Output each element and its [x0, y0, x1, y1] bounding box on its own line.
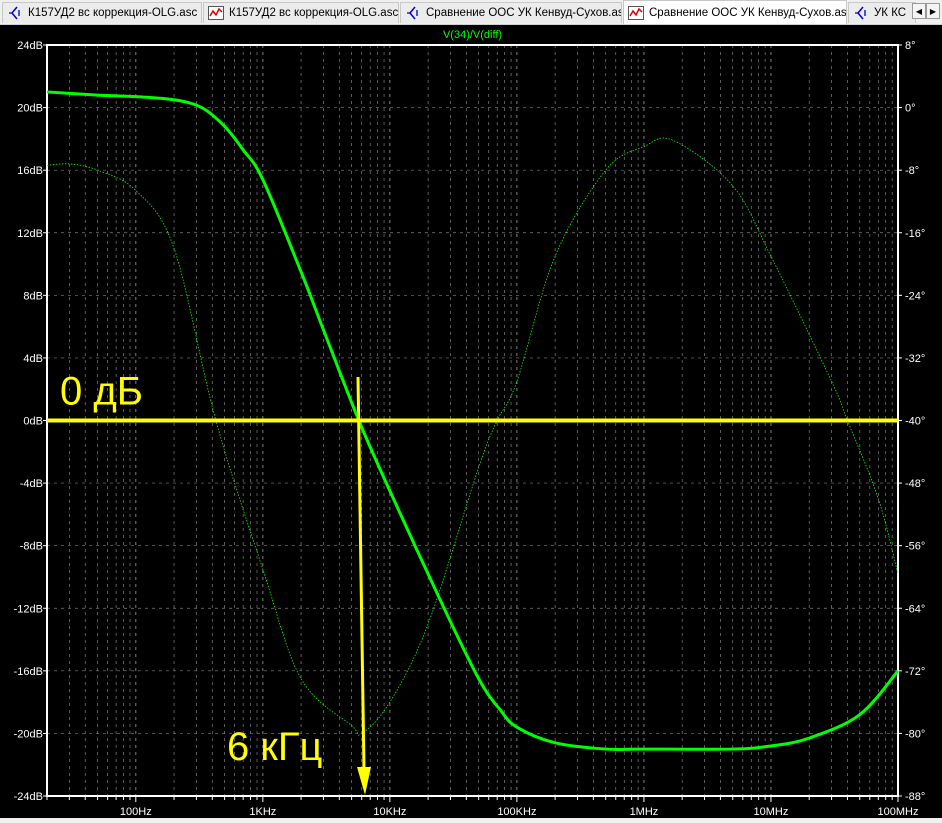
y2-tick-label: -72°	[905, 666, 925, 678]
y-tick-label: -20dB	[14, 728, 43, 740]
tab-bar: К157УД2 вс коррекция-OLG.asc К157УД2 вс к…	[0, 0, 942, 25]
tab-3[interactable]: Сравнение ООС УК Кенвуд-Сухов.asc	[623, 0, 847, 24]
tab-4[interactable]: УК КС	[848, 2, 916, 23]
tab-1[interactable]: К157УД2 вс коррекция-OLG.asc	[203, 2, 399, 23]
trace-title[interactable]: V(34)/V(diff)	[443, 29, 502, 41]
schematic-icon	[853, 6, 869, 20]
y-tick-label: 4dB	[23, 353, 43, 365]
crossover-arrow	[356, 376, 366, 771]
crossover-frequency-annotation: 6 кГц	[227, 725, 322, 769]
phase-trace[interactable]	[46, 137, 899, 736]
x-tick-label: 100Hz	[120, 806, 152, 818]
y2-tick-label: 8°	[905, 40, 916, 52]
tab-label: К157УД2 вс коррекция-OLG.asc	[28, 7, 198, 19]
y2-tick-label: -32°	[905, 353, 925, 365]
y-tick-label: -16dB	[14, 666, 43, 678]
status-strip	[0, 818, 942, 823]
tab-2[interactable]: Сравнение ООС УК Кенвуд-Сухов.asc	[400, 2, 622, 23]
schematic-icon	[405, 6, 421, 20]
tab-label: К157УД2 вс коррекция-OLG.asc	[229, 7, 399, 19]
y2-tick-label: -88°	[905, 791, 925, 803]
y-tick-label: -4dB	[20, 478, 43, 490]
y2-tick-label: -40°	[905, 416, 925, 428]
y2-tick-label: -56°	[905, 541, 925, 553]
tab-label: Сравнение ООС УК Кенвуд-Сухов.asc	[426, 7, 622, 19]
y-tick-label: -12dB	[14, 603, 43, 615]
y2-tick-label: -16°	[905, 228, 925, 240]
x-tick-label: 1KHz	[249, 806, 276, 818]
tab-0[interactable]: К157УД2 вс коррекция-OLG.asc	[2, 2, 202, 23]
y2-tick-label: -8°	[905, 165, 919, 177]
y2-tick-label: -48°	[905, 478, 925, 490]
tab-label: Сравнение ООС УК Кенвуд-Сухов.asc	[649, 6, 847, 19]
x-tick-label: 1MHz	[630, 806, 659, 818]
x-tick-label: 10MHz	[754, 806, 789, 818]
y-tick-label: 16dB	[17, 165, 43, 177]
waveform-icon	[628, 5, 644, 20]
arrow-head-icon	[357, 767, 371, 795]
y-tick-label: -8dB	[20, 541, 43, 553]
x-tick-label: 100MHz	[878, 806, 919, 818]
y-tick-label: 0dB	[23, 416, 43, 428]
y-tick-label: 12dB	[17, 228, 43, 240]
x-tick-label: 100KHz	[497, 806, 536, 818]
y2-tick-label: -64°	[905, 603, 925, 615]
y2-tick-label: -80°	[905, 728, 925, 740]
tab-label: УК КС	[874, 7, 907, 19]
scroll-left-button[interactable]: ◀	[912, 3, 926, 19]
y-tick-label: 24dB	[17, 40, 43, 52]
zero-db-annotation: 0 дБ	[60, 370, 143, 414]
y2-tick-label: 0°	[905, 103, 916, 115]
waveform-icon	[208, 6, 224, 20]
schematic-icon	[7, 6, 23, 20]
y-tick-label: 20dB	[17, 103, 43, 115]
x-tick-label: 10KHz	[373, 806, 406, 818]
waveform-plot[interactable]: V(34)/V(diff) 24dB 8° 20dB 0° 16dB -8° 12dB -16°…	[0, 25, 942, 818]
scroll-right-button[interactable]: ▶	[926, 3, 940, 19]
y2-tick-label: -24°	[905, 290, 925, 302]
y-tick-label: 8dB	[23, 290, 43, 302]
y-tick-label: -24dB	[14, 791, 43, 803]
